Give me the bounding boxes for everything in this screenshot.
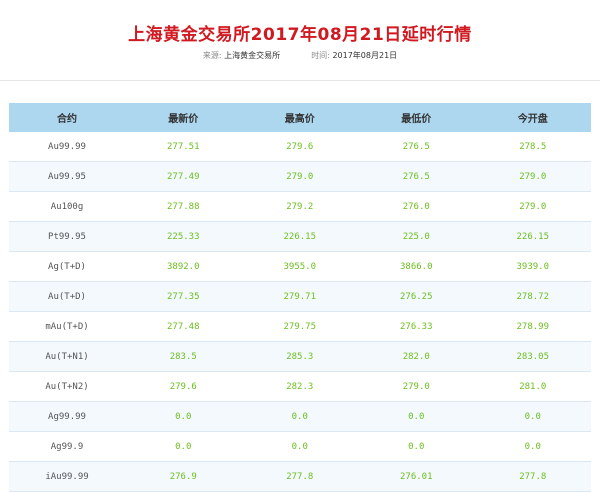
price-cell: 279.6 [125,371,242,402]
contract-cell: Ag(T+D) [9,251,125,282]
price-cell: 279.0 [474,161,591,192]
price-cell: 276.25 [358,281,475,312]
price-cell: 0.0 [358,401,475,432]
price-cell: 276.5 [358,161,475,192]
contract-cell: Au(T+N1) [9,341,125,372]
price-cell: 0.0 [125,401,242,432]
contract-cell: Pt99.95 [9,221,125,252]
price-cell: 281.0 [474,371,591,402]
source-label: 来源: [202,51,222,60]
table-row: Ag99.99 0.0 0.0 0.0 0.0 [9,401,591,432]
contract-cell: mAu(T+D) [9,311,125,342]
price-cell: 0.0 [474,401,591,432]
price-cell: 276.01 [358,461,475,492]
price-cell: 279.75 [241,311,358,342]
price-cell: 285.3 [241,341,358,372]
source-value: 上海黄金交易所 [224,51,281,60]
contract-cell: Au(T+N2) [9,371,125,402]
price-cell: 226.15 [241,221,358,252]
table-row: Au100g 277.88 279.2 276.0 279.0 [9,191,591,222]
table-row: iAu99.99 276.9 277.8 276.01 277.8 [9,461,591,492]
price-cell: 283.05 [474,341,591,372]
price-cell: 277.48 [125,311,242,342]
price-cell: 0.0 [241,431,358,462]
table-body: Au99.99 277.51 279.6 276.5 278.5 Au99.95 277.4… [9,132,591,492]
time-value: 2017年08月21日 [332,51,398,60]
table-row: Ag(T+D) 3892.0 3955.0 3866.0 3939.0 [9,251,591,282]
contract-cell: Au99.99 [9,132,125,162]
price-cell: 278.72 [474,281,591,312]
price-cell: 3955.0 [241,251,358,282]
table-row: Au99.99 277.51 279.6 276.5 278.5 [9,132,591,162]
price-cell: 277.49 [125,161,242,192]
price-cell: 0.0 [125,431,242,462]
contract-cell: Au100g [9,191,125,222]
contract-cell: Ag99.9 [9,431,125,462]
quotes-table: 合约 最新价 最高价 最低价 今开盘 Au99.99 277.51 279.6 276… [9,103,591,492]
price-cell: 225.0 [358,221,475,252]
divider [0,80,600,81]
price-cell: 276.33 [358,311,475,342]
price-cell: 279.71 [241,281,358,312]
price-cell: 277.8 [474,461,591,492]
contract-cell: Au99.95 [9,161,125,192]
price-cell: 225.33 [125,221,242,252]
price-cell: 278.5 [474,132,591,162]
table-row: Au(T+D) 277.35 279.71 276.25 278.72 [9,281,591,312]
price-cell: 282.0 [358,341,475,372]
price-cell: 276.9 [125,461,242,492]
price-cell: 226.15 [474,221,591,252]
contract-cell: Ag99.99 [9,401,125,432]
table-header-row: 合约 最新价 最高价 最低价 今开盘 [9,103,591,132]
column-header: 合约 [9,103,125,132]
table-row: mAu(T+D) 277.48 279.75 276.33 278.99 [9,311,591,342]
time-label: 时间: [311,51,330,60]
table-row: Au(T+N2) 279.6 282.3 279.0 281.0 [9,371,591,402]
table-row: Au(T+N1) 283.5 285.3 282.0 283.05 [9,341,591,372]
column-header: 今开盘 [474,103,591,132]
price-cell: 277.51 [125,132,242,162]
price-cell: 3939.0 [474,251,591,282]
price-cell: 276.5 [358,132,475,162]
price-cell: 283.5 [125,341,242,372]
price-cell: 282.3 [241,371,358,402]
price-cell: 0.0 [241,401,358,432]
price-cell: 279.0 [358,371,475,402]
column-header: 最低价 [358,103,475,132]
price-cell: 278.99 [474,311,591,342]
price-cell: 0.0 [474,431,591,462]
price-cell: 279.0 [241,161,358,192]
article-meta: 来源: 上海黄金交易所 时间: 2017年08月21日 [0,50,600,61]
table-row: Au99.95 277.49 279.0 276.5 279.0 [9,161,591,192]
price-cell: 3866.0 [358,251,475,282]
price-cell: 3892.0 [125,251,242,282]
price-cell: 0.0 [358,431,475,462]
column-header: 最高价 [241,103,358,132]
price-cell: 279.6 [241,132,358,162]
column-header: 最新价 [125,103,242,132]
price-cell: 276.0 [358,191,475,222]
table-row: Ag99.9 0.0 0.0 0.0 0.0 [9,431,591,462]
price-cell: 277.35 [125,281,242,312]
table-row: Pt99.95 225.33 226.15 225.0 226.15 [9,221,591,252]
price-cell: 279.0 [474,191,591,222]
price-cell: 279.2 [241,191,358,222]
page-title: 上海黄金交易所2017年08月21日延时行情 [128,25,472,45]
price-cell: 277.88 [125,191,242,222]
price-cell: 277.8 [241,461,358,492]
contract-cell: iAu99.99 [9,461,125,492]
contract-cell: Au(T+D) [9,281,125,312]
